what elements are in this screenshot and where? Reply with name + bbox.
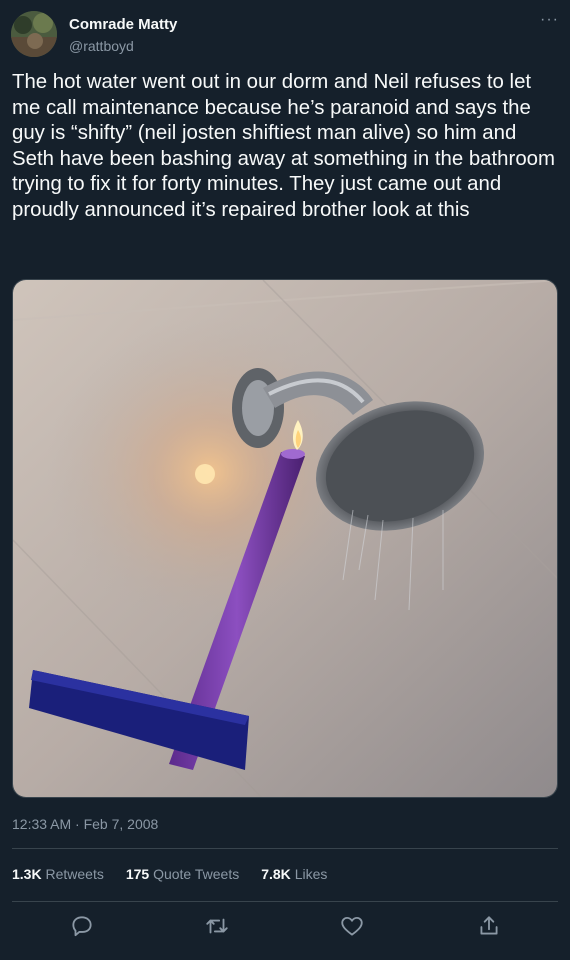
- likes-count: 7.8K: [261, 866, 291, 882]
- reply-icon[interactable]: [69, 913, 95, 939]
- likes-stat[interactable]: 7.8K Likes: [261, 866, 327, 882]
- retweets-stat[interactable]: 1.3K Retweets: [12, 866, 104, 882]
- tweet-timestamp[interactable]: 12:33 AM · Feb 7, 2008: [12, 816, 158, 832]
- avatar[interactable]: [11, 11, 57, 57]
- retweets-label: Retweets: [45, 866, 104, 882]
- quote-tweets-label: Quote Tweets: [153, 866, 240, 882]
- tweet-photo[interactable]: [12, 279, 558, 798]
- more-options-icon[interactable]: ···: [540, 11, 559, 29]
- tweet-text: The hot water went out in our dorm and N…: [12, 71, 555, 221]
- quote-tweets-count: 175: [125, 866, 150, 882]
- likes-label: Likes: [294, 866, 328, 882]
- tweet-stats: 1.3K Retweets 175 Quote Tweets 7.8K Like…: [12, 866, 327, 882]
- avatar-image: [11, 11, 57, 57]
- quote-tweets-stat[interactable]: 175 Quote Tweets: [126, 866, 239, 882]
- tweet-header: Comrade Matty @rattboyd ···: [11, 11, 559, 61]
- tweet-actions: [12, 905, 558, 947]
- shower-candle-photo: [13, 280, 557, 797]
- display-name[interactable]: Comrade Matty: [69, 16, 177, 33]
- divider: [12, 848, 558, 849]
- user-handle[interactable]: @rattboyd: [69, 38, 134, 54]
- heart-icon[interactable]: [339, 913, 365, 939]
- retweet-icon[interactable]: [204, 913, 230, 939]
- retweets-count: 1.3K: [12, 866, 42, 882]
- share-icon[interactable]: [476, 913, 502, 939]
- divider: [12, 901, 558, 902]
